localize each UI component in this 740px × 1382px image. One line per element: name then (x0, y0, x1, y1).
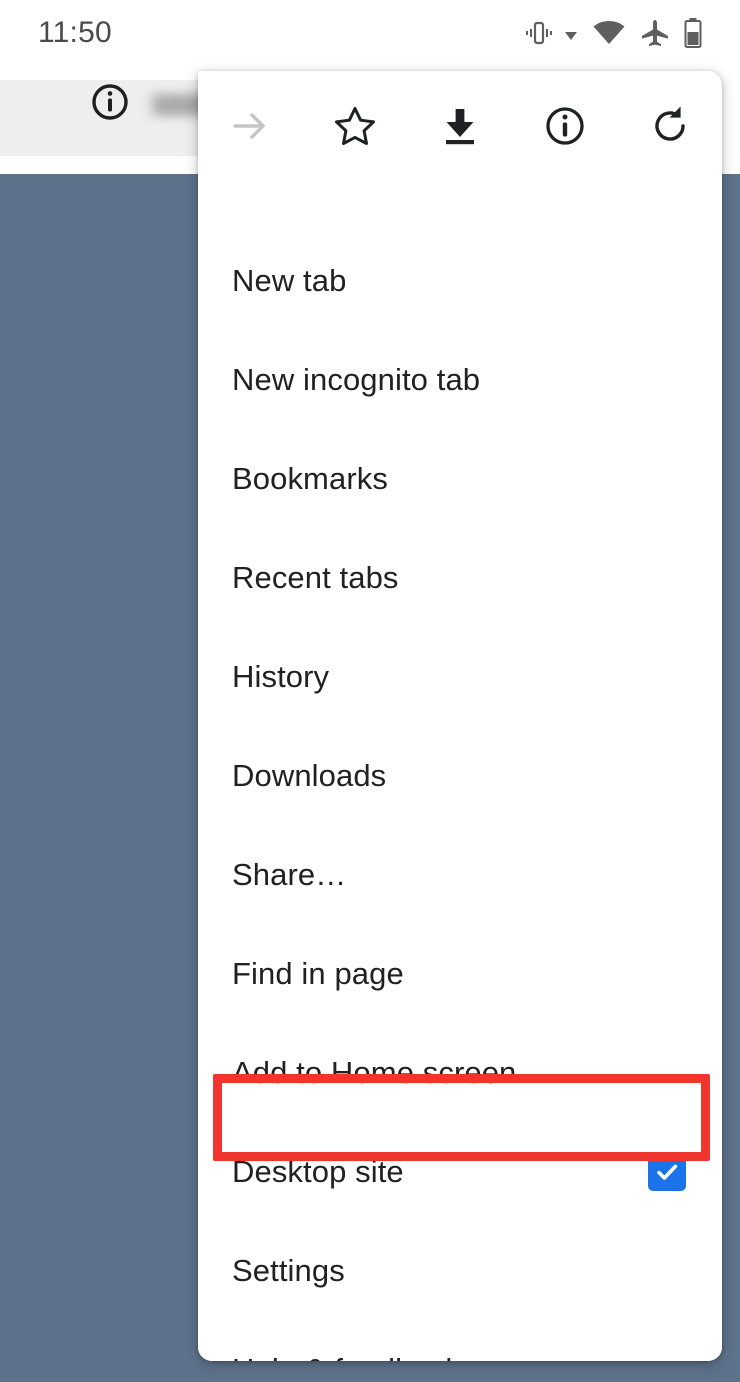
desktop-site-checkbox[interactable] (648, 1152, 686, 1191)
menu-item-label: Downloads (232, 757, 387, 793)
menu-item-label: Settings (232, 1252, 345, 1288)
menu-item-downloads[interactable]: Downloads (198, 726, 722, 825)
menu-item-label: Recent tabs (232, 559, 399, 595)
wifi-icon (593, 21, 625, 44)
menu-item-label: History (232, 658, 330, 694)
checkmark-icon (657, 1164, 678, 1180)
chrome-app-menu: New tab New incognito tab Bookmarks Recent … (198, 71, 722, 1361)
menu-item-history[interactable]: History (198, 627, 722, 726)
battery-icon (684, 18, 702, 48)
status-bar-icons (524, 16, 702, 50)
menu-item-label: Add to Home screen (232, 1054, 517, 1090)
page-info-button[interactable] (512, 71, 617, 181)
menu-item-recent-tabs[interactable]: Recent tabs (198, 528, 722, 627)
menu-item-bookmarks[interactable]: Bookmarks (198, 429, 722, 528)
menu-item-find-in-page[interactable]: Find in page (198, 924, 722, 1023)
phone-screen: 11:50 New tab New incognito tab Bookmark… (0, 0, 740, 1382)
bookmark-star-icon (335, 107, 376, 145)
menu-item-label: Help & feedback (232, 1352, 461, 1362)
menu-item-new-tab[interactable]: New tab (198, 231, 722, 330)
vibrate-icon (526, 21, 552, 45)
menu-item-label: Find in page (232, 955, 404, 991)
status-bar-clock: 11:50 (38, 16, 112, 49)
menu-item-settings[interactable]: Settings (198, 1221, 722, 1320)
menu-item-list: New tab New incognito tab Bookmarks Recent … (198, 231, 722, 1361)
download-icon (445, 109, 474, 145)
page-info-icon (546, 107, 584, 145)
download-page-button[interactable] (408, 71, 513, 181)
forward-icon (233, 113, 266, 139)
menu-item-label: Bookmarks (232, 460, 388, 496)
menu-item-label: New tab (232, 262, 347, 298)
reload-button[interactable] (617, 71, 722, 181)
menu-item-desktop-site[interactable]: Desktop site (198, 1122, 722, 1221)
airplane-mode-icon (642, 20, 668, 46)
menu-item-label: New incognito tab (232, 361, 481, 397)
page-info-icon[interactable] (90, 82, 130, 122)
menu-item-share[interactable]: Share… (198, 825, 722, 924)
menu-item-new-incognito-tab[interactable]: New incognito tab (198, 330, 722, 429)
menu-item-label: Desktop site (232, 1153, 404, 1189)
menu-item-help-and-feedback[interactable]: Help & feedback (198, 1320, 722, 1361)
reload-icon (654, 106, 685, 141)
menu-item-add-to-home-screen[interactable]: Add to Home screen (198, 1023, 722, 1122)
forward-button[interactable] (198, 71, 303, 181)
bookmark-button[interactable] (303, 71, 408, 181)
menu-item-label: Share… (232, 856, 347, 892)
status-bar: 11:50 (0, 0, 740, 64)
menu-icon-row (198, 71, 722, 181)
dropdown-triangle-icon (565, 32, 577, 40)
